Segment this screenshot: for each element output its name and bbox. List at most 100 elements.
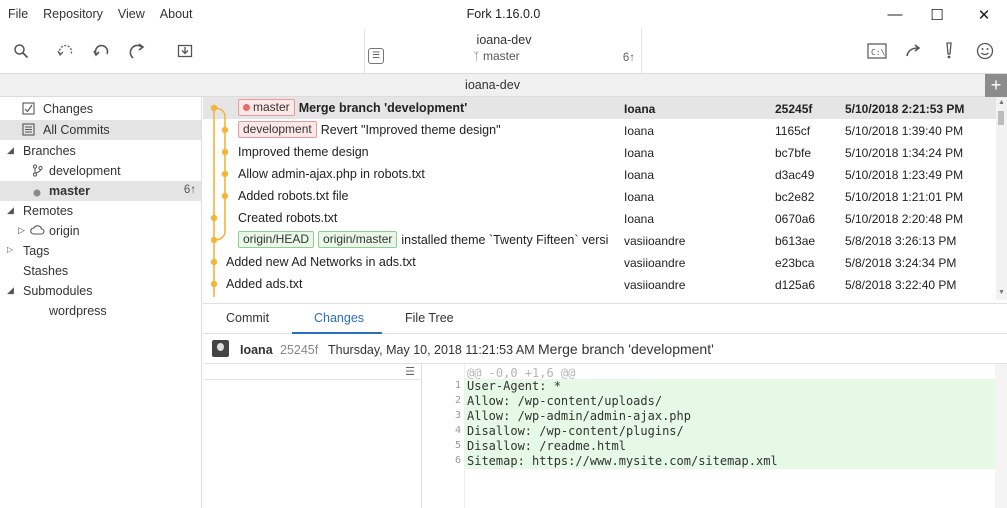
maximize-button[interactable]: ☐	[914, 0, 960, 29]
feedback-icon[interactable]	[974, 40, 996, 62]
expand-triangle-icon[interactable]: ◢	[7, 285, 14, 296]
notifications-icon[interactable]	[938, 40, 960, 62]
line-code: User-Agent: *	[465, 379, 995, 394]
cloud-icon	[30, 224, 45, 239]
remote-tag-origin-head[interactable]: origin/HEAD	[238, 231, 315, 248]
stash-icon[interactable]	[174, 40, 196, 62]
open-in-icon[interactable]	[903, 40, 925, 62]
commit-sha: bc2e82	[775, 190, 815, 204]
diff-line: 3 Allow: /wp-admin/admin-ajax.php	[423, 409, 1007, 424]
commit-row[interactable]: Created robots.txt Ioana 0670a6 5/10/201…	[203, 207, 997, 229]
diff-line: 4 Disallow: /wp-content/plugins/	[423, 424, 1007, 439]
line-number: 2	[454, 395, 461, 406]
search-icon[interactable]	[10, 40, 32, 62]
terminal-icon[interactable]: C:\	[866, 40, 888, 62]
commit-detail-header: Ioana 25245f Thursday, May 10, 2018 11:2…	[203, 334, 1007, 364]
commit-row[interactable]: Allow admin-ajax.php in robots.txt Ioana…	[203, 163, 997, 185]
diff-view: @@ -0,0 +1,6 @@ 1 User-Agent: * 2 Allow: /…	[423, 364, 1007, 508]
tag-label: master	[253, 100, 290, 114]
sidebar-group-stashes[interactable]: Stashes	[0, 261, 201, 281]
commit-message: Created robots.txt	[238, 211, 338, 225]
expand-triangle-icon[interactable]: ◢	[7, 205, 14, 216]
commit-row[interactable]: origin/HEAD origin/master installed them…	[203, 229, 997, 251]
fetch-icon[interactable]	[55, 40, 77, 62]
sidebar-item-label: Changes	[43, 102, 94, 116]
line-code: Allow: /wp-admin/admin-ajax.php	[465, 409, 995, 424]
sidebar-item-branch-master[interactable]: master 6↑	[0, 181, 201, 201]
commit-node	[210, 258, 218, 266]
branch-tag-master[interactable]: master	[238, 99, 295, 116]
file-list-header: ☰	[203, 364, 421, 380]
sidebar-item-branch-development[interactable]: development	[0, 161, 201, 181]
repository-tab[interactable]: ioana-dev	[0, 78, 985, 92]
commit-date: 5/10/2018 1:23:49 PM	[845, 168, 964, 182]
diff-line: 5 Disallow: /readme.html	[423, 439, 1007, 454]
current-branch-dot-icon	[243, 104, 250, 111]
sidebar-item-submodule-wordpress[interactable]: wordpress	[0, 301, 201, 321]
commit-date: Thursday, May 10, 2018 11:21:53 AM	[328, 343, 535, 357]
tab-changes[interactable]: Changes	[314, 311, 364, 325]
new-tab-plus-icon[interactable]: +	[985, 74, 1007, 97]
current-branch-dot-icon	[33, 186, 41, 200]
sidebar-item-changes[interactable]: Changes	[0, 99, 201, 119]
sidebar-group-branches[interactable]: ◢ Branches	[0, 141, 201, 161]
remote-tag-origin-master[interactable]: origin/master	[318, 231, 398, 248]
collapse-triangle-icon[interactable]: ▷	[18, 225, 25, 236]
sidebar-item-all-commits[interactable]: All Commits	[0, 120, 201, 140]
commit-node	[210, 280, 218, 288]
commit-graph	[210, 104, 229, 297]
commit-row[interactable]: master Merge branch 'development' Ioana …	[203, 97, 997, 119]
sidebar-group-remotes[interactable]: ◢ Remotes	[0, 201, 201, 221]
commit-node	[221, 170, 229, 178]
sidebar-group-label: Tags	[23, 244, 50, 258]
commit-sha: 0670a6	[775, 212, 816, 226]
commit-date: 5/10/2018 1:21:01 PM	[845, 190, 964, 204]
scroll-up-icon[interactable]: ▲	[998, 99, 1005, 106]
commit-author: Ioana	[624, 146, 655, 160]
close-button[interactable]: ✕	[961, 0, 1007, 29]
all-commits-icon	[22, 123, 35, 139]
tab-file-tree[interactable]: File Tree	[405, 311, 454, 325]
pull-icon[interactable]	[91, 40, 113, 62]
line-number: 3	[454, 410, 461, 421]
minimize-button[interactable]: —	[872, 0, 918, 29]
commit-message: installed theme `Twenty Fifteen` version	[401, 232, 608, 247]
line-code: Disallow: /readme.html	[465, 439, 995, 454]
commit-row[interactable]: Improved theme design Ioana bc7bfe 5/10/…	[203, 141, 997, 163]
repository-tab-bar: ioana-dev +	[0, 73, 1007, 97]
repository-icon: ☰	[368, 48, 384, 64]
commit-row[interactable]: Added ads.txt vasiioandre d125a6 5/8/201…	[203, 273, 997, 295]
diff-line: 1 User-Agent: *	[423, 379, 1007, 394]
branch-tag-development[interactable]: development	[238, 121, 317, 138]
push-icon[interactable]	[127, 40, 149, 62]
commit-author: vasiioandre	[624, 256, 686, 270]
commit-row[interactable]: Added new Ad Networks in ads.txt vasiioa…	[203, 251, 997, 273]
ahead-count: 6↑	[622, 52, 635, 64]
sidebar: Changes All Commits ◢ Branches developme…	[0, 97, 202, 508]
detail-tabs: Commit Changes File Tree	[203, 303, 1007, 334]
branch-icon: ᛉ	[473, 51, 480, 63]
line-number: 5	[454, 440, 461, 451]
commit-row[interactable]: development Revert "Improved theme desig…	[203, 119, 997, 141]
collapse-triangle-icon[interactable]: ▷	[7, 245, 13, 254]
scrollbar-thumb[interactable]	[998, 111, 1004, 125]
commit-node	[221, 148, 229, 156]
commit-author: Ioana	[624, 168, 655, 182]
sidebar-group-submodules[interactable]: ◢ Submodules	[0, 281, 201, 301]
repository-selector[interactable]: ☰ ioana-dev ᛉ master 6↑	[364, 29, 642, 73]
expand-triangle-icon[interactable]: ◢	[7, 145, 14, 156]
commit-sha[interactable]: 25245f	[280, 343, 318, 357]
diff-scrollbar[interactable]	[995, 364, 1007, 508]
commit-date: 5/10/2018 2:21:53 PM	[845, 102, 965, 116]
commit-list-scrollbar[interactable]: ▲ ▼	[996, 97, 1007, 300]
list-view-icon[interactable]: ☰	[405, 365, 415, 378]
commit-date: 5/8/2018 3:26:13 PM	[845, 234, 957, 248]
commit-sha: 1165cf	[775, 124, 811, 138]
commit-row[interactable]: Added robots.txt file Ioana bc2e82 5/10/…	[203, 185, 997, 207]
sidebar-item-remote-origin[interactable]: ▷ origin	[0, 221, 201, 241]
scroll-down-icon[interactable]: ▼	[998, 289, 1005, 296]
sidebar-group-tags[interactable]: ▷ Tags	[0, 241, 201, 261]
tab-commit[interactable]: Commit	[226, 311, 269, 325]
commit-node	[210, 236, 218, 244]
commit-date: 5/8/2018 3:24:34 PM	[845, 256, 957, 270]
